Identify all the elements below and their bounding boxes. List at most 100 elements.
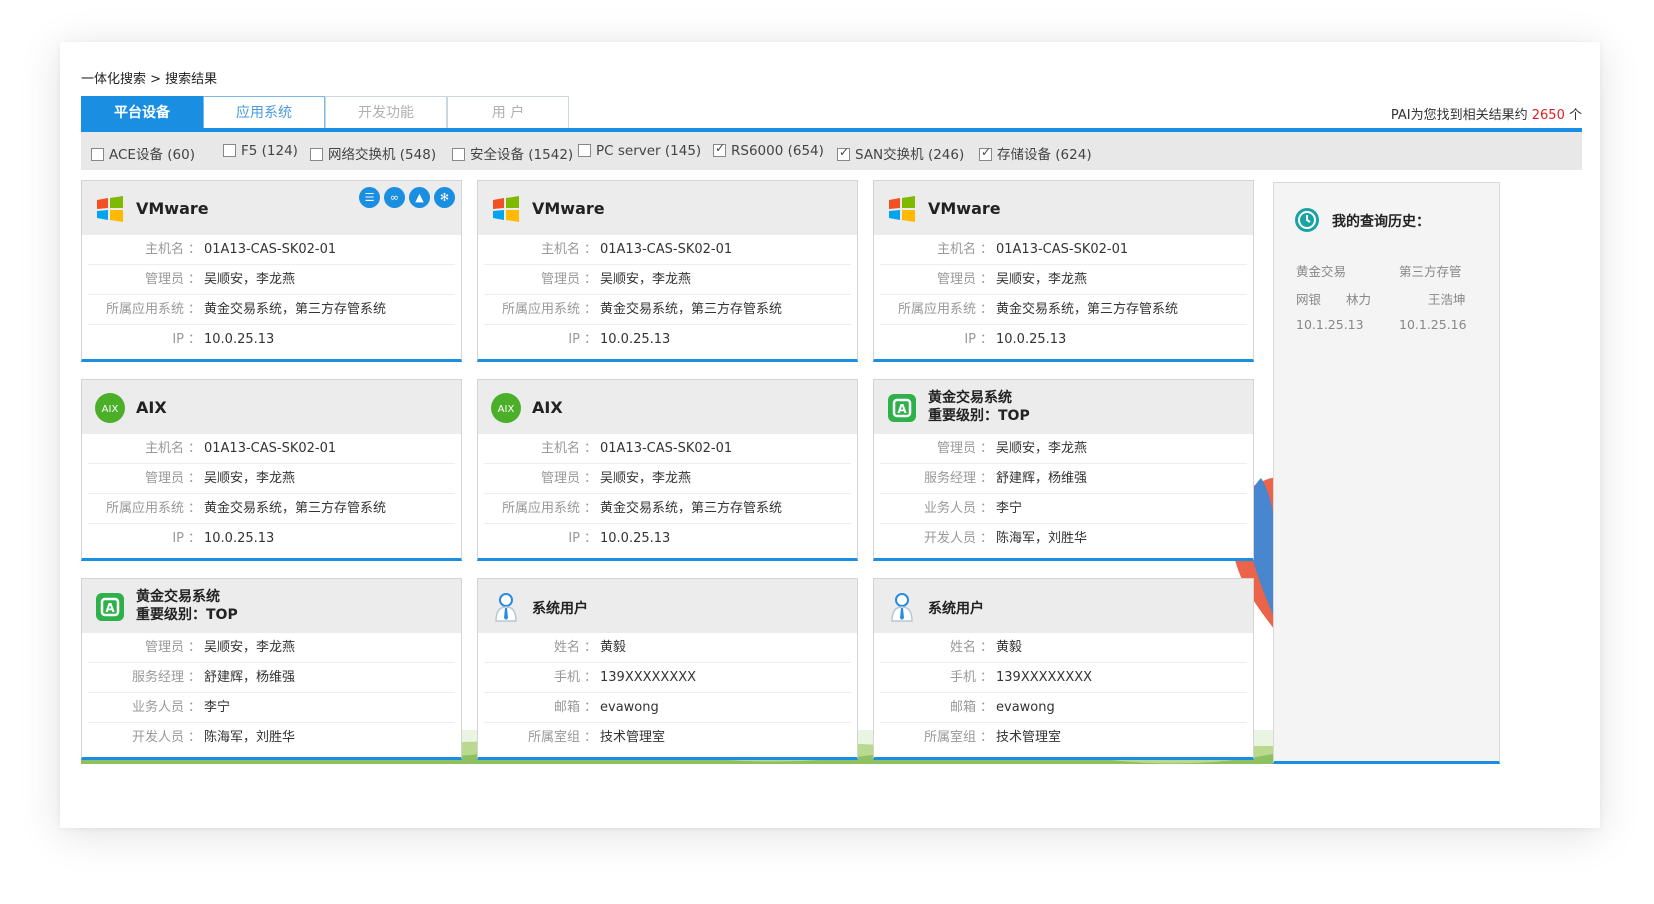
result-card-vmware[interactable]: VMware 主机名： 01A13-CAS-SK02-01 管理员：吴顺安，李龙燕… [873,180,1254,362]
history-item[interactable]: 10.1.25.16 [1399,317,1467,332]
result-card-user[interactable]: 系统用户 姓名：黄毅 手机： 139XXXXXXXX 邮箱： evawong 所属室… [873,578,1254,760]
aix-logo-icon: AIX [491,393,521,423]
row-value: 139XXXXXXXX [600,670,697,685]
windows-logo-icon [493,196,519,222]
result-card-aix[interactable]: AIX AIX 主机名： 01A13-CAS-SK02-01 管理员：吴顺安，李龙… [477,379,858,561]
row-label: 所属室组 [923,730,976,745]
card-row: 管理员：吴顺安，李龙燕 [88,464,455,494]
row-label: 管理员 [936,441,976,456]
filter-checkbox[interactable] [452,148,465,161]
filter-checkbox[interactable] [979,145,992,161]
filter-checkbox[interactable] [223,144,236,157]
tab-platform-devices[interactable]: 平台设备 [81,96,203,128]
history-item[interactable]: 黄金交易 [1296,261,1346,280]
row-label: 所属应用系统 [105,302,184,317]
filter-label: 存储设备 (624) [997,147,1092,163]
row-label: 姓名 [949,640,976,655]
history-title: 我的查询历史： [1332,214,1430,230]
row-label: 管理员 [936,272,976,287]
row-value: 黄毅 [996,640,1023,655]
breadcrumb: 一体化搜索 > 搜索结果 [81,72,218,87]
filter-ace[interactable]: ACE设备 (60) [91,143,195,163]
row-value: 黄金交易系统，第三方存管系统 [600,501,783,516]
card-title: 黄金交易系统 重要级别：TOP [928,389,1030,425]
row-value: 技术管理室 [600,730,666,745]
link-icon[interactable]: ∞ [384,187,405,208]
settings-icon[interactable]: ✻ [434,187,455,208]
query-history-panel: 我的查询历史： 黄金交易 第三方存管 网银 林力 王浩坤 10.1.25.13 … [1273,182,1500,764]
row-value: 黄金交易系统，第三方存管系统 [204,501,387,516]
tab-dev-functions[interactable]: 开发功能 [325,96,447,128]
history-item[interactable]: 10.1.25.13 [1296,317,1364,332]
card-row: 手机： 139XXXXXXXX [880,663,1247,693]
filter-checkbox[interactable] [91,148,104,161]
row-label: 开发人员 [131,730,184,745]
row-value: 01A13-CAS-SK02-01 [600,242,733,257]
filter-checkbox[interactable] [310,148,323,161]
filter-san[interactable]: SAN交换机 (246) [837,143,964,163]
row-label: IP [172,332,184,347]
result-card-app[interactable]: A 黄金交易系统 重要级别：TOP 管理员：吴顺安，李龙燕 服务经理：舒建辉，杨维… [81,578,462,760]
result-card-user[interactable]: 系统用户 姓名：黄毅 手机： 139XXXXXXXX 邮箱： evawong 所属室… [477,578,858,760]
card-header: A 黄金交易系统 重要级别：TOP [874,380,1253,434]
row-label: 管理员 [540,272,580,287]
filter-label: F5 (124) [241,143,298,159]
card-row: 管理员：吴顺安，李龙燕 [484,464,851,494]
row-label: IP [964,332,976,347]
row-label: 邮箱 [553,700,580,715]
row-value: 黄金交易系统，第三方存管系统 [204,302,387,317]
card-row: 主机名： 01A13-CAS-SK02-01 [88,434,455,464]
card-row: IP： 10.0.25.13 [484,325,851,355]
result-card-vmware[interactable]: VMware 主机名： 01A13-CAS-SK02-01 管理员：吴顺安，李龙燕… [477,180,858,362]
result-card-aix[interactable]: AIX AIX 主机名： 01A13-CAS-SK02-01 管理员：吴顺安，李龙… [81,379,462,561]
filter-pc-server[interactable]: PC server (145) [578,143,701,159]
svg-text:AIX: AIX [498,404,515,415]
row-value: 陈海军，刘胜华 [204,730,296,745]
row-label: 主机名 [144,441,184,456]
filter-storage[interactable]: 存储设备 (624) [979,143,1092,163]
history-item[interactable]: 林力 [1346,289,1371,308]
filter-checkbox[interactable] [713,141,726,157]
card-header: A 黄金交易系统 重要级别：TOP [82,579,461,633]
search-app: 一体化搜索 > 搜索结果 平台设备 应用系统 开发功能 用 户 PAI为您找到相… [81,60,1582,802]
card-row: 所属应用系统：黄金交易系统，第三方存管系统 [88,494,455,524]
row-value: 黄毅 [600,640,627,655]
card-row: IP： 10.0.25.13 [88,524,455,554]
card-row: 服务经理：舒建辉，杨维强 [88,663,455,693]
card-header: VMware [478,181,857,235]
filter-security[interactable]: 安全设备 (1542) [452,143,573,163]
list-icon[interactable]: ☰ [359,187,380,208]
card-row: 管理员：吴顺安，李龙燕 [484,265,851,295]
application-icon: A [888,394,916,422]
result-card-app[interactable]: A 黄金交易系统 重要级别：TOP 管理员：吴顺安，李龙燕 服务经理：舒建辉，杨维… [873,379,1254,561]
filter-switch[interactable]: 网络交换机 (548) [310,143,436,163]
card-title: 系统用户 [928,601,984,617]
filter-checkbox[interactable] [578,144,591,157]
filter-f5[interactable]: F5 (124) [223,143,298,159]
row-value: 吴顺安，李龙燕 [600,272,692,287]
row-value: 01A13-CAS-SK02-01 [204,242,337,257]
row-value: 舒建辉，杨维强 [204,670,296,685]
filter-rs6000[interactable]: RS6000 (654) [713,141,824,159]
bell-icon[interactable]: ▲ [409,187,430,208]
row-value: 陈海军，刘胜华 [996,531,1088,546]
card-title: AIX [532,398,563,417]
row-value: 01A13-CAS-SK02-01 [996,242,1129,257]
history-item[interactable]: 网银 [1296,289,1321,308]
tab-users[interactable]: 用 户 [447,96,569,128]
result-card-vmware[interactable]: VMware ☰ ∞ ▲ ✻ 主机名： 01A13-CAS-SK02-01 管理员… [81,180,462,362]
filter-checkbox[interactable] [837,145,850,161]
card-row: 手机： 139XXXXXXXX [484,663,851,693]
filter-label: SAN交换机 (246) [855,147,965,163]
app-level: 重要级别：TOP [928,408,1030,424]
row-value: evawong [600,700,659,715]
tab-applications[interactable]: 应用系统 [203,96,325,128]
history-item[interactable]: 第三方存管 [1399,261,1462,280]
result-suffix: 个 [1564,108,1582,123]
row-label: 所属应用系统 [501,501,580,516]
history-item[interactable]: 王浩坤 [1428,289,1466,308]
filter-label: 网络交换机 (548) [328,147,437,163]
row-label: 手机 [949,670,976,685]
card-title: 黄金交易系统 重要级别：TOP [136,588,238,624]
row-value: 吴顺安，李龙燕 [996,272,1088,287]
